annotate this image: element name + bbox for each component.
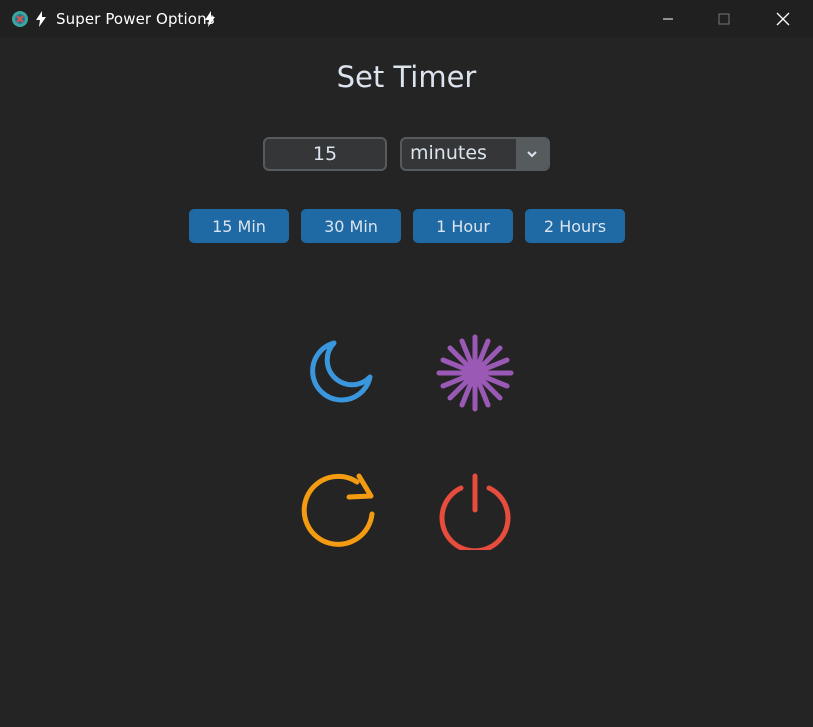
power-icon[interactable] — [435, 470, 515, 550]
restart-icon[interactable] — [299, 470, 379, 550]
maximize-button[interactable] — [696, 0, 752, 38]
lightning-icon — [36, 11, 46, 27]
window-title: Super Power Options — [56, 10, 215, 28]
unit-dropdown[interactable]: minutes — [400, 137, 550, 171]
duration-input[interactable] — [263, 137, 387, 171]
preset-30-min-button[interactable]: 30 Min — [301, 209, 401, 243]
preset-15-min-button[interactable]: 15 Min — [189, 209, 289, 243]
app-icon — [12, 11, 28, 27]
page-title: Set Timer — [336, 60, 477, 94]
chevron-down-icon — [527, 151, 537, 158]
moon-icon[interactable] — [299, 331, 379, 411]
lightning-icon — [205, 11, 215, 27]
snowflake-icon[interactable] — [435, 333, 515, 413]
preset-1-hour-button[interactable]: 1 Hour — [413, 209, 513, 243]
minimize-button[interactable] — [640, 0, 696, 38]
title-bar: Super Power Options — [0, 0, 813, 38]
dropdown-arrow-button[interactable] — [516, 139, 548, 169]
close-button[interactable] — [755, 0, 811, 38]
preset-2-hours-button[interactable]: 2 Hours — [525, 209, 625, 243]
minimize-icon — [663, 18, 673, 20]
unit-selected-value: minutes — [410, 142, 487, 164]
maximize-icon — [718, 13, 730, 25]
close-icon — [776, 12, 790, 26]
